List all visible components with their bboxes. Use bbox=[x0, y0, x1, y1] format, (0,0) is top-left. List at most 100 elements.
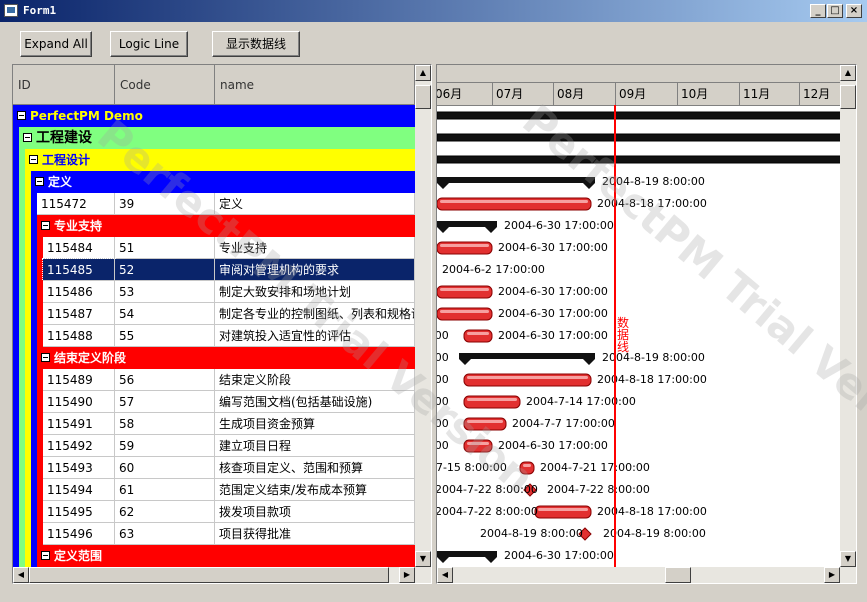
gantt-horizontal-scrollbar[interactable]: ◀ ▶ bbox=[437, 567, 856, 583]
cell-name[interactable]: 专业支持 bbox=[215, 237, 415, 259]
cell-id[interactable]: 115489 bbox=[43, 369, 115, 391]
table-row[interactable]: 115493 60 核查项目定义、范围和预算 bbox=[13, 457, 415, 479]
collapse-toggle-icon[interactable] bbox=[35, 177, 44, 186]
close-button[interactable]: × bbox=[846, 4, 862, 18]
scroll-up-button[interactable]: ▲ bbox=[840, 65, 856, 81]
cell-code[interactable]: 57 bbox=[115, 391, 215, 413]
table-row[interactable]: 115492 59 建立项目日程 bbox=[13, 435, 415, 457]
cell-id[interactable]: 115490 bbox=[43, 391, 115, 413]
cell-code[interactable]: 39 bbox=[115, 193, 215, 215]
group-row[interactable]: 工程建设 bbox=[13, 127, 415, 149]
cell-name[interactable]: 审阅对管理机构的要求 bbox=[215, 259, 415, 281]
table-row[interactable]: 115495 62 拨发项目款项 bbox=[13, 501, 415, 523]
scroll-down-button[interactable]: ▼ bbox=[840, 551, 856, 567]
scroll-thumb[interactable] bbox=[840, 85, 856, 109]
cell-id[interactable]: 115488 bbox=[43, 325, 115, 347]
group-row[interactable]: 定义 bbox=[13, 171, 415, 193]
group-row[interactable]: 专业支持 bbox=[13, 215, 415, 237]
gantt-task-bar[interactable] bbox=[463, 395, 521, 409]
collapse-toggle-icon[interactable] bbox=[17, 111, 26, 120]
collapse-toggle-icon[interactable] bbox=[41, 221, 50, 230]
gantt-task-bar[interactable] bbox=[534, 505, 592, 519]
expand-all-button[interactable]: Expand All bbox=[20, 31, 92, 57]
gantt-task-bar[interactable] bbox=[463, 329, 493, 343]
column-header-id[interactable]: ID bbox=[13, 65, 115, 105]
cell-id[interactable]: 115493 bbox=[43, 457, 115, 479]
cell-name[interactable]: 范围定义结束/发布成本预算 bbox=[215, 479, 415, 501]
gantt-summary-bar[interactable] bbox=[437, 221, 497, 233]
cell-name[interactable]: 对建筑投入适宜性的评估 bbox=[215, 325, 415, 347]
cell-id[interactable]: 115486 bbox=[43, 281, 115, 303]
cell-name[interactable]: 结束定义阶段 bbox=[215, 369, 415, 391]
cell-id[interactable]: 115492 bbox=[43, 435, 115, 457]
collapse-toggle-icon[interactable] bbox=[41, 551, 50, 560]
gantt-task-bar[interactable] bbox=[437, 197, 592, 211]
scroll-thumb[interactable] bbox=[29, 567, 389, 583]
cell-code[interactable]: 52 bbox=[115, 259, 215, 281]
table-row[interactable]: 115472 39 定义 bbox=[13, 193, 415, 215]
cell-name[interactable]: 建立项目日程 bbox=[215, 435, 415, 457]
task-grid[interactable]: ID Code name PerfectPM Demo 工程建设 工程设计 定义 115… bbox=[12, 64, 432, 584]
group-row[interactable]: 定义范围 bbox=[13, 545, 415, 567]
cell-code[interactable]: 63 bbox=[115, 523, 215, 545]
gantt-summary-bar[interactable] bbox=[437, 111, 843, 120]
gantt-task-bar[interactable] bbox=[519, 461, 535, 475]
cell-id[interactable]: 115487 bbox=[43, 303, 115, 325]
cell-id[interactable]: 115491 bbox=[43, 413, 115, 435]
gantt-vertical-scrollbar[interactable]: ▲ ▼ bbox=[840, 65, 856, 567]
cell-name[interactable]: 编写范围文档(包括基础设施) bbox=[215, 391, 415, 413]
scroll-right-button[interactable]: ▶ bbox=[399, 567, 415, 583]
cell-code[interactable]: 60 bbox=[115, 457, 215, 479]
group-row[interactable]: 结束定义阶段 bbox=[13, 347, 415, 369]
gantt-summary-bar[interactable] bbox=[437, 133, 843, 142]
scroll-down-button[interactable]: ▼ bbox=[415, 551, 431, 567]
cell-id[interactable]: 115496 bbox=[43, 523, 115, 545]
cell-id[interactable]: 115484 bbox=[43, 237, 115, 259]
gantt-task-bar[interactable] bbox=[463, 373, 592, 387]
table-row[interactable]: 115491 58 生成项目资金预算 bbox=[13, 413, 415, 435]
cell-code[interactable]: 61 bbox=[115, 479, 215, 501]
grid-horizontal-scrollbar[interactable]: ◀ ▶ bbox=[13, 567, 431, 583]
cell-id[interactable]: 115495 bbox=[43, 501, 115, 523]
gantt-summary-bar[interactable] bbox=[437, 551, 497, 563]
table-row[interactable]: 115489 56 结束定义阶段 bbox=[13, 369, 415, 391]
scroll-thumb[interactable] bbox=[665, 567, 691, 583]
collapse-toggle-icon[interactable] bbox=[29, 155, 38, 164]
table-row[interactable]: 115490 57 编写范围文档(包括基础设施) bbox=[13, 391, 415, 413]
cell-name[interactable]: 生成项目资金预算 bbox=[215, 413, 415, 435]
cell-code[interactable]: 56 bbox=[115, 369, 215, 391]
cell-id[interactable]: 115494 bbox=[43, 479, 115, 501]
table-row[interactable]: 115487 54 制定各专业的控制图纸、列表和规格说 bbox=[13, 303, 415, 325]
collapse-toggle-icon[interactable] bbox=[23, 132, 32, 142]
scroll-up-button[interactable]: ▲ bbox=[415, 65, 431, 81]
cell-name[interactable]: 项目获得批准 bbox=[215, 523, 415, 545]
cell-code[interactable]: 58 bbox=[115, 413, 215, 435]
cell-name[interactable]: 拨发项目款项 bbox=[215, 501, 415, 523]
scroll-right-button[interactable]: ▶ bbox=[824, 567, 840, 583]
cell-id[interactable]: 115472 bbox=[37, 193, 115, 215]
gantt-chart[interactable]: 06月 07月 08月 09月 10月 11月 12月 2004-8-19 8:00:00 2… bbox=[436, 64, 857, 584]
grid-vertical-scrollbar[interactable]: ▲ ▼ bbox=[415, 65, 431, 567]
table-row[interactable]: 115486 53 制定大致安排和场地计划 bbox=[13, 281, 415, 303]
cell-code[interactable]: 54 bbox=[115, 303, 215, 325]
table-row[interactable]: 115488 55 对建筑投入适宜性的评估 bbox=[13, 325, 415, 347]
cell-code[interactable]: 59 bbox=[115, 435, 215, 457]
table-row[interactable]: 115496 63 项目获得批准 bbox=[13, 523, 415, 545]
cell-code[interactable]: 55 bbox=[115, 325, 215, 347]
gantt-summary-bar[interactable] bbox=[459, 353, 595, 365]
gantt-task-bar[interactable] bbox=[463, 417, 507, 431]
collapse-toggle-icon[interactable] bbox=[41, 353, 50, 362]
cell-id[interactable]: 115485 bbox=[42, 258, 116, 282]
minimize-button[interactable]: _ bbox=[810, 4, 826, 18]
group-row[interactable]: PerfectPM Demo bbox=[13, 105, 415, 127]
gantt-summary-bar[interactable] bbox=[437, 155, 843, 164]
gantt-summary-bar[interactable] bbox=[437, 177, 595, 189]
cell-name[interactable]: 制定各专业的控制图纸、列表和规格说 bbox=[215, 303, 415, 325]
logic-line-button[interactable]: Logic Line bbox=[110, 31, 188, 57]
cell-code[interactable]: 62 bbox=[115, 501, 215, 523]
cell-name[interactable]: 制定大致安排和场地计划 bbox=[215, 281, 415, 303]
column-header-name[interactable]: name bbox=[215, 65, 415, 105]
gantt-task-bar[interactable] bbox=[437, 241, 493, 255]
cell-code[interactable]: 53 bbox=[115, 281, 215, 303]
cell-name[interactable]: 核查项目定义、范围和预算 bbox=[215, 457, 415, 479]
